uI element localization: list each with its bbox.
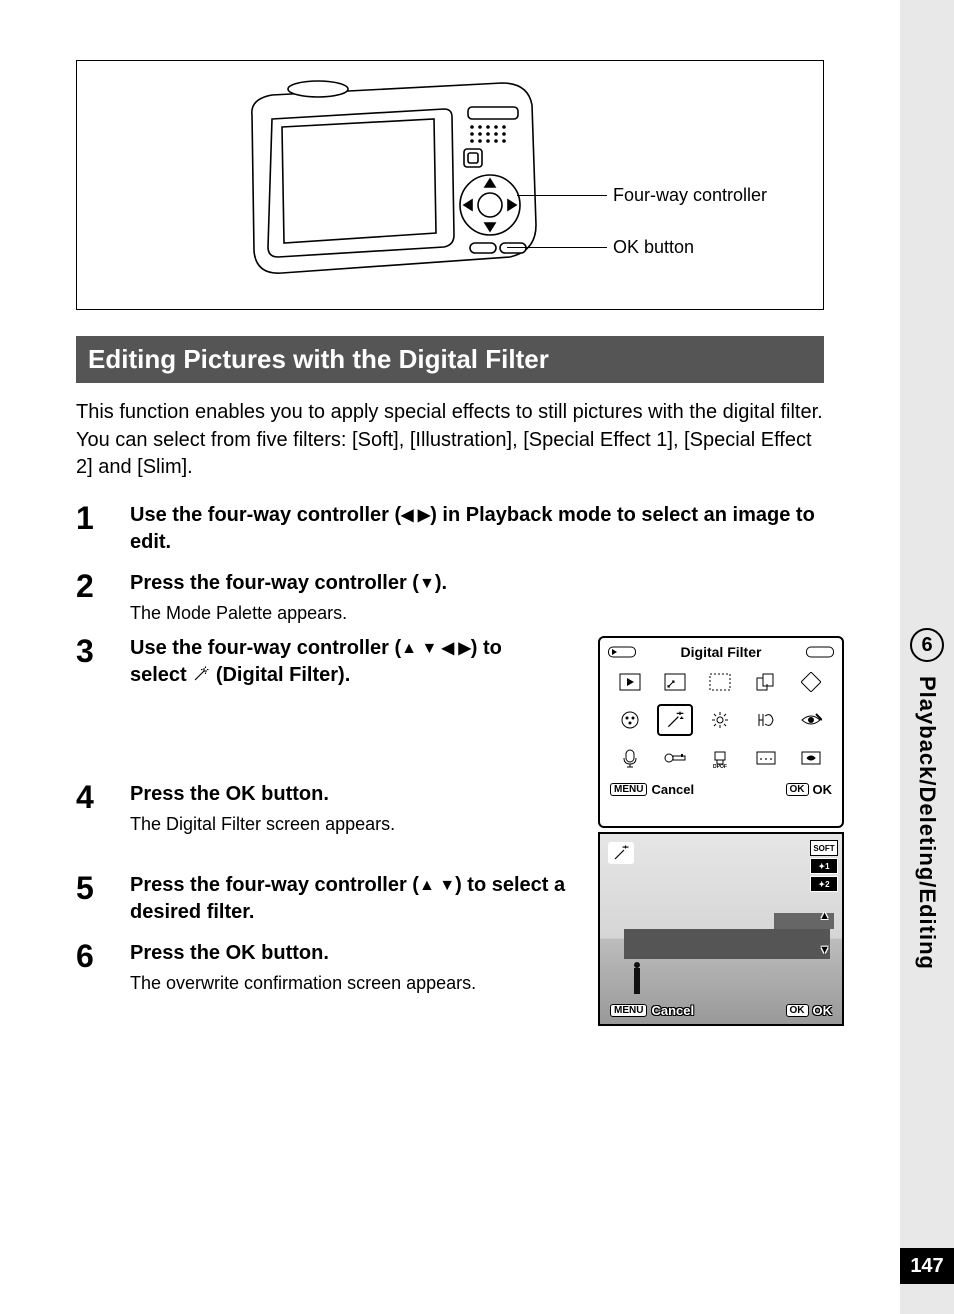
palette-resize-icon <box>657 666 693 698</box>
digital-filter-screen: SOFT ✦1 ✦2 ▲ ▼ MENUCancel OKOK <box>598 832 844 1026</box>
palette-color-icon <box>612 704 648 736</box>
palette-grid: DPOF ⚬⚬⚬ <box>608 666 834 774</box>
step-num: 6 <box>76 940 130 995</box>
side-tab: 6 Playback/Deleting/Editing 147 <box>900 0 954 1314</box>
filter-footer: MENUCancel OKOK <box>608 1003 834 1018</box>
svg-text:⚬⚬⚬: ⚬⚬⚬ <box>758 757 773 763</box>
palette-voice-icon <box>612 742 648 774</box>
wand-icon-corner <box>608 842 634 864</box>
ok-confirm: OKOK <box>786 1003 833 1018</box>
step-desc: The Digital Filter screen appears. <box>130 812 550 836</box>
step-num: 2 <box>76 570 130 625</box>
palette-trimming-icon <box>702 666 738 698</box>
step-title: Press the OK button. <box>130 781 550 808</box>
magic-wand-icon <box>192 665 210 683</box>
menu-cancel: MENUCancel <box>610 1003 694 1018</box>
ok-confirm: OKOK <box>786 782 833 797</box>
palette-protect-icon <box>657 742 693 774</box>
palette-frame-icon <box>793 742 829 774</box>
palette-copy-icon <box>748 666 784 698</box>
step-title: Press the four-way controller (▲ ▼) to s… <box>130 872 570 926</box>
palette-redeye-icon <box>793 704 829 736</box>
svg-text:DPOF: DPOF <box>713 764 727 768</box>
palette-startup-icon: ⚬⚬⚬ <box>748 742 784 774</box>
step-desc: The Mode Palette appears. <box>130 601 824 625</box>
up-arrow-icon: ▲ <box>819 910 830 922</box>
filter-soft: SOFT <box>810 840 838 856</box>
nav-arrows: ▲ ▼ <box>819 910 830 956</box>
step-title: Use the four-way controller (▲ ▼ ◀ ▶) to… <box>130 635 550 689</box>
step-num: 4 <box>76 781 130 836</box>
section-header: Editing Pictures with the Digital Filter <box>76 336 824 383</box>
intro-paragraph: This function enables you to apply speci… <box>76 399 824 482</box>
photo-building <box>624 929 830 959</box>
step-num: 3 <box>76 635 130 693</box>
filter-sp2: ✦2 <box>810 876 838 892</box>
playback-icon <box>612 649 617 655</box>
lcd-screens: Digital Filter DPOF ⚬⚬⚬ MENUC <box>598 636 844 1026</box>
step-num: 1 <box>76 502 130 560</box>
step-num: 5 <box>76 872 130 930</box>
step-title: Press the four-way controller (▼). <box>130 570 824 597</box>
step-2: 2 Press the four-way controller (▼). The… <box>76 570 824 625</box>
step-1: 1 Use the four-way controller (◀ ▶) in P… <box>76 502 824 560</box>
palette-footer: MENUCancel OKOK <box>608 782 834 797</box>
chapter-number: 6 <box>910 628 944 662</box>
callout-ok: OK button <box>613 237 694 258</box>
palette-brightness-icon <box>702 704 738 736</box>
camera-diagram-frame: Four-way controller OK button <box>76 60 824 310</box>
palette-dpof-icon: DPOF <box>702 742 738 774</box>
palette-rotate-icon <box>793 666 829 698</box>
filter-options: SOFT ✦1 ✦2 <box>810 840 838 892</box>
down-arrow-icon: ▼ <box>819 944 830 956</box>
mode-palette-screen: Digital Filter DPOF ⚬⚬⚬ MENUC <box>598 636 844 828</box>
palette-slideshow-icon <box>612 666 648 698</box>
filter-sp1: ✦1 <box>810 858 838 874</box>
step-title: Use the four-way controller (◀ ▶) in Pla… <box>130 502 824 556</box>
callout-fourway: Four-way controller <box>613 185 767 206</box>
palette-movie-edit-icon <box>748 704 784 736</box>
menu-cancel: MENUCancel <box>610 782 694 797</box>
page-number: 147 <box>900 1248 954 1284</box>
palette-digital-filter-icon <box>657 704 693 736</box>
photo-person <box>634 968 640 994</box>
camera-illustration <box>232 75 542 295</box>
palette-title: Digital Filter <box>608 644 834 660</box>
chapter-title: Playback/Deleting/Editing <box>914 676 940 970</box>
